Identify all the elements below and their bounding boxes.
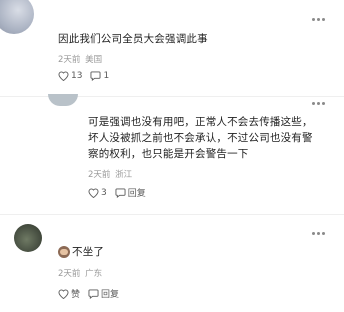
- like-button[interactable]: 13: [58, 71, 82, 81]
- comment-1: 因此我们公司全员大会强调此事 2天前 美国 13 1: [0, 0, 344, 92]
- like-button[interactable]: 赞: [58, 287, 80, 300]
- avatar[interactable]: [48, 94, 78, 106]
- reply-count: 1: [103, 71, 110, 81]
- comment-time: 2天前: [88, 170, 111, 180]
- comment-location: 浙江: [115, 170, 133, 180]
- comment-text: 因此我们公司全员大会强调此事: [58, 33, 208, 45]
- comment-time: 2天前: [58, 269, 81, 279]
- avatar[interactable]: [14, 224, 42, 252]
- like-label: 赞: [71, 290, 81, 300]
- comment-bubble-icon: [90, 71, 101, 81]
- comment-text-line: 坏人没被抓之前也不会承认，不过公司也没有警: [88, 132, 313, 144]
- heart-icon: [58, 288, 69, 299]
- comment-text-line: 可是强调也没有用吧，正常人不会去传播这些，: [88, 116, 313, 128]
- comment-bubble-icon: [88, 288, 99, 299]
- more-options-icon[interactable]: [312, 18, 326, 22]
- comment-meta: 2天前 广东: [58, 267, 104, 279]
- comment-text: 可是强调也没有用吧，正常人不会去传播这些， 坏人没被抓之前也不会承认，不过公司也…: [88, 114, 333, 162]
- monkey-emoji-icon: [58, 246, 70, 258]
- heart-icon: [88, 187, 99, 198]
- comment-location: 广东: [85, 269, 103, 279]
- reply-label: 回复: [127, 189, 146, 199]
- more-options-icon[interactable]: [312, 102, 326, 106]
- like-button[interactable]: 3: [88, 188, 107, 198]
- heart-icon: [58, 71, 69, 81]
- comment-text-content: 不坐了: [72, 246, 105, 258]
- reply-button[interactable]: 1: [90, 71, 109, 81]
- comment-text: 不坐了: [58, 244, 104, 260]
- reply-label: 回复: [101, 290, 120, 300]
- comment-meta: 2天前 美国: [58, 53, 104, 65]
- comment-actions: 赞 回复: [58, 287, 127, 300]
- comment-location: 美国: [85, 55, 103, 65]
- like-count: 13: [71, 71, 83, 81]
- like-count: 3: [101, 187, 107, 198]
- comment-3: 不坐了 2天前 广东 赞 回复: [0, 214, 344, 312]
- comment-actions: 13 1: [58, 71, 117, 81]
- comment-meta: 2天前 浙江: [88, 168, 134, 180]
- comment-bubble-icon: [115, 187, 126, 198]
- avatar[interactable]: [0, 0, 34, 34]
- reply-button[interactable]: 回复: [115, 186, 146, 199]
- more-options-icon[interactable]: [312, 232, 326, 236]
- reply-button[interactable]: 回复: [88, 287, 119, 300]
- comment-time: 2天前: [58, 55, 81, 65]
- comment-actions: 3 回复: [88, 186, 154, 199]
- comment-2: 可是强调也没有用吧，正常人不会去传播这些， 坏人没被抓之前也不会承认，不过公司也…: [0, 94, 344, 210]
- comment-text-line: 察的权利，也只能是开会警告一下: [88, 148, 249, 160]
